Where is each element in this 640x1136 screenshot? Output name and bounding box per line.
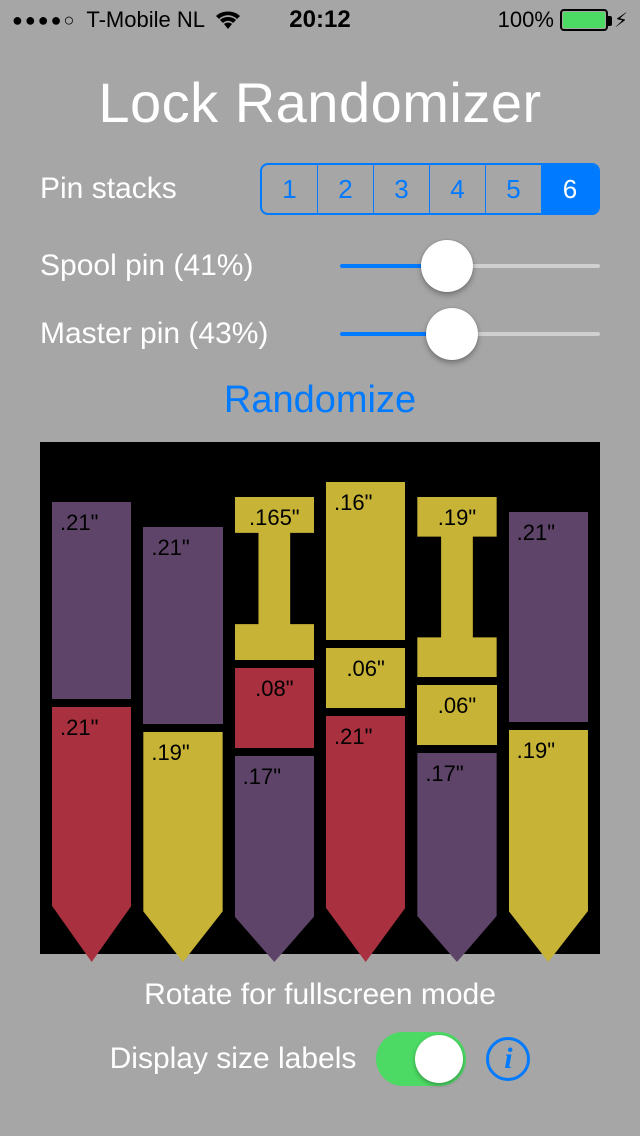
- pin-stacks-option-4[interactable]: 4: [430, 165, 486, 213]
- pin-size-label: .19": [517, 738, 555, 764]
- key-pin: .17": [235, 756, 314, 962]
- pin-stack-5: .19" .06" .17": [417, 472, 496, 954]
- driver-pin: .21": [509, 512, 588, 722]
- pin-stacks-row: Pin stacks 123456: [0, 163, 640, 215]
- master-pin: .06": [326, 648, 405, 708]
- driver-pin: .21": [52, 502, 131, 699]
- pin-stacks-option-3[interactable]: 3: [374, 165, 430, 213]
- pin-size-label: .17": [243, 764, 281, 790]
- pin-size-label: .17": [425, 761, 463, 787]
- key-pin: .21": [326, 716, 405, 962]
- pin-stacks-option-1[interactable]: 1: [262, 165, 318, 213]
- pin-stacks-option-5[interactable]: 5: [486, 165, 542, 213]
- key-pin: .19": [143, 732, 222, 962]
- driver-pin: .21": [143, 527, 222, 724]
- driver-pin: .19": [417, 497, 496, 677]
- pin-size-label: .21": [60, 715, 98, 741]
- master-pin-row: Master pin (43%): [0, 317, 640, 351]
- master-slider-thumb[interactable]: [426, 308, 478, 360]
- display-labels-row: Display size labels i: [0, 1032, 640, 1086]
- key-pin: .21": [52, 707, 131, 962]
- pin-size-label: .19": [151, 740, 189, 766]
- pin-visualization: .21" .21" .21" .19" .165" .08" .17" .16" .06" .21…: [40, 442, 600, 954]
- pin-size-label: .21": [517, 520, 555, 546]
- status-time: 20:12: [0, 6, 640, 34]
- pin-size-label: .08": [255, 676, 293, 702]
- randomize-button[interactable]: Randomize: [0, 379, 640, 422]
- rotate-hint: Rotate for fullscreen mode: [0, 978, 640, 1012]
- spool-pin-label: Spool pin (41%): [40, 249, 253, 283]
- spool-pin-slider[interactable]: [340, 264, 600, 268]
- master-pin-slider[interactable]: [340, 332, 600, 336]
- master-pin: .06": [417, 685, 496, 745]
- pin-size-label: .16": [334, 490, 372, 516]
- pin-size-label: .06": [346, 656, 384, 682]
- pin-stack-3: .165" .08" .17": [235, 472, 314, 954]
- pin-size-label: .21": [334, 724, 372, 750]
- pin-stack-2: .21" .19": [143, 472, 222, 954]
- pin-stack-1: .21" .21": [52, 472, 131, 954]
- key-pin: .17": [417, 753, 496, 962]
- master-pin: .08": [235, 668, 314, 748]
- pin-size-label: .21": [60, 510, 98, 536]
- battery-icon: [560, 9, 608, 31]
- pin-size-label: .06": [438, 693, 476, 719]
- pin-stack-6: .21" .19": [509, 472, 588, 954]
- display-labels-toggle[interactable]: [376, 1032, 466, 1086]
- spool-pin-row: Spool pin (41%): [0, 249, 640, 283]
- info-button[interactable]: i: [486, 1037, 530, 1081]
- status-bar: ●●●●○ T-Mobile NL 20:12 100% ⚡︎: [0, 0, 640, 40]
- pin-size-label: .165": [249, 505, 300, 531]
- spool-slider-thumb[interactable]: [421, 240, 473, 292]
- pin-stacks-option-2[interactable]: 2: [318, 165, 374, 213]
- pin-stack-4: .16" .06" .21": [326, 472, 405, 954]
- pin-stacks-segmented-control[interactable]: 123456: [260, 163, 600, 215]
- driver-pin: .16": [326, 482, 405, 640]
- pin-stacks-label: Pin stacks: [40, 172, 177, 206]
- driver-pin: .165": [235, 497, 314, 660]
- pin-size-label: .21": [151, 535, 189, 561]
- pin-size-label: .19": [438, 505, 476, 531]
- key-pin: .19": [509, 730, 588, 962]
- master-pin-label: Master pin (43%): [40, 317, 268, 351]
- page-title: Lock Randomizer: [0, 70, 640, 135]
- display-labels-label: Display size labels: [110, 1042, 357, 1076]
- pin-stacks-option-6[interactable]: 6: [542, 165, 598, 213]
